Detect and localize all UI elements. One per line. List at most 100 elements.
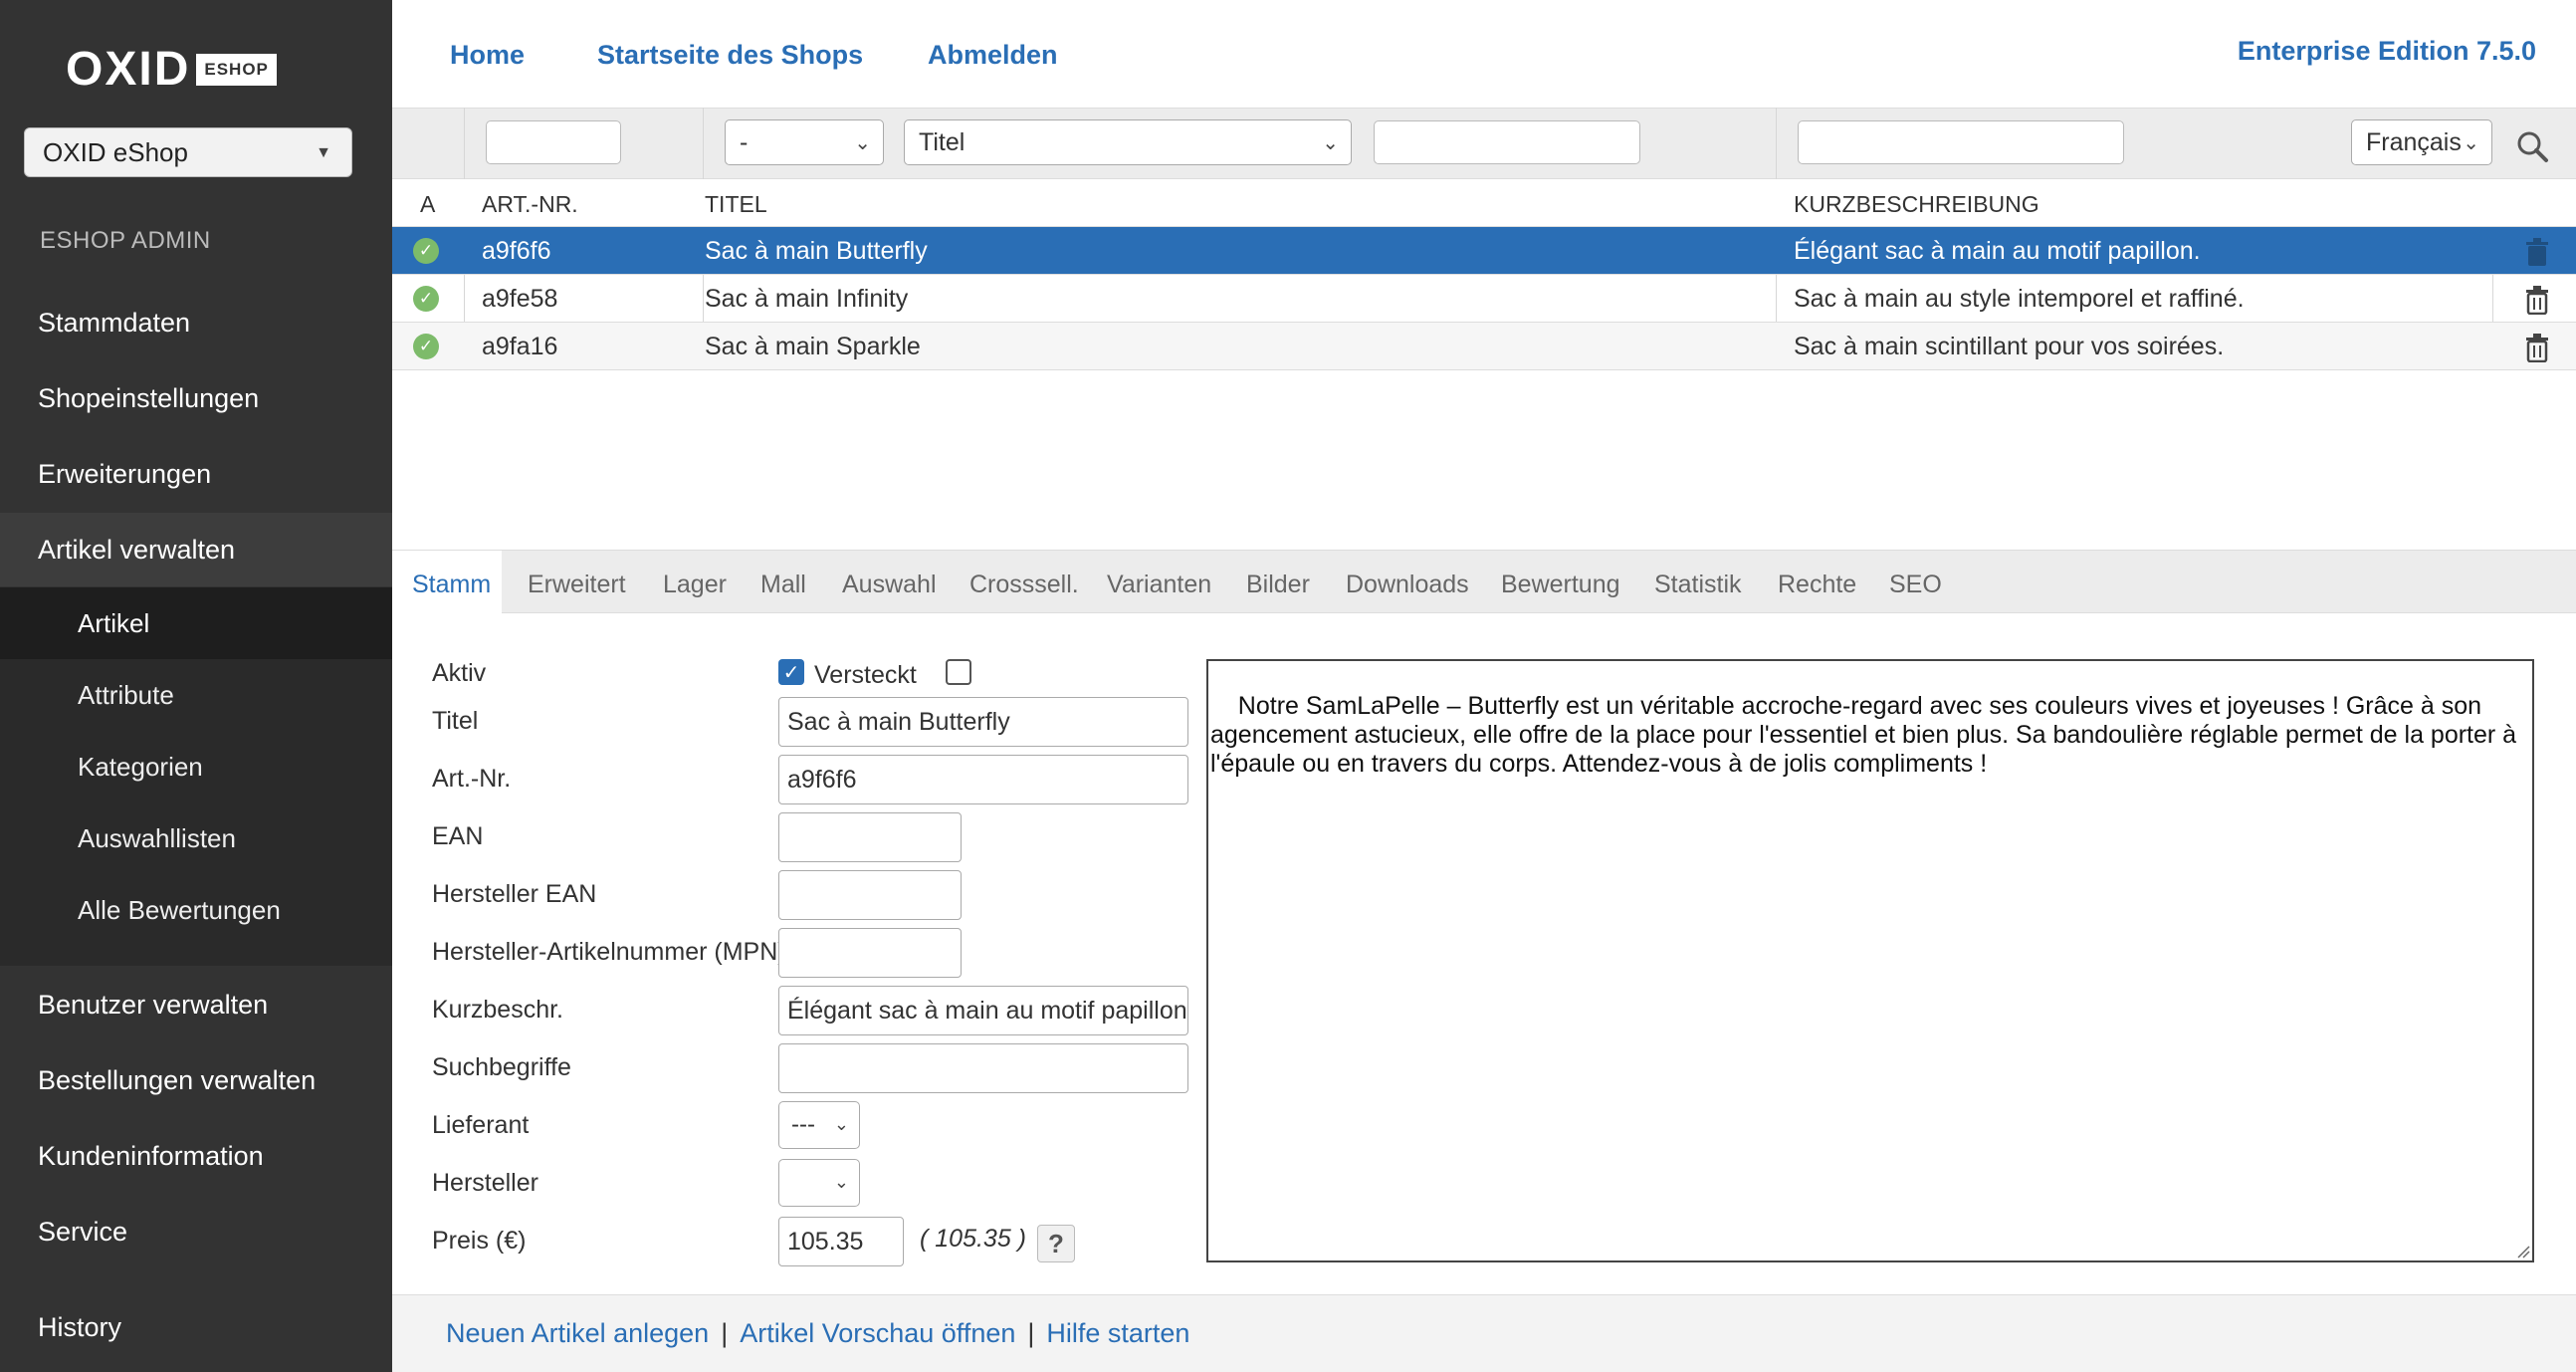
- nav-item-service[interactable]: Service: [0, 1195, 392, 1268]
- shop-start-link[interactable]: Startseite des Shops: [597, 40, 863, 71]
- tab-erweitert[interactable]: Erweitert: [528, 571, 626, 599]
- long-description-text: Notre SamLaPelle – Butterfly est un véri…: [1210, 692, 2524, 778]
- label-ean: EAN: [432, 822, 484, 850]
- vendor-select[interactable]: --- ⌄: [778, 1101, 860, 1149]
- title-input[interactable]: Sac à main Butterfly: [778, 697, 1188, 747]
- new-article-link[interactable]: Neuen Artikel anlegen: [446, 1318, 709, 1349]
- artnum-filter-input[interactable]: [486, 120, 621, 164]
- artnum-input[interactable]: a9f6f6: [778, 755, 1188, 804]
- row-title: Sac à main Butterfly: [705, 237, 928, 265]
- subnav: Artikel Attribute Kategorien Auswahllist…: [0, 587, 392, 966]
- search-icon[interactable]: [2515, 129, 2549, 163]
- nav-item-benutzer-verwalten[interactable]: Benutzer verwalten: [0, 968, 392, 1041]
- shop-select[interactable]: OXID eShop ▼: [24, 127, 352, 177]
- nav-item-bestellungen-verwalten[interactable]: Bestellungen verwalten: [0, 1043, 392, 1117]
- preview-article-link[interactable]: Artikel Vorschau öffnen: [740, 1318, 1015, 1349]
- sidebar: OXID ESHOP OXID eShop ▼ ESHOP ADMIN Stam…: [0, 0, 392, 1372]
- title-filter-input[interactable]: [1374, 120, 1640, 164]
- resize-grip-icon[interactable]: [2516, 1245, 2530, 1258]
- row-short-desc: Élégant sac à main au motif papillon.: [1794, 237, 2201, 265]
- footer-separator: |: [1027, 1318, 1035, 1348]
- logo-text: OXID: [66, 43, 191, 96]
- field-filter-select[interactable]: Titel ⌄: [904, 119, 1352, 165]
- tab-bewertung[interactable]: Bewertung: [1501, 571, 1620, 599]
- mpn-input[interactable]: [778, 928, 962, 978]
- short-description-input[interactable]: Élégant sac à main au motif papillon.: [778, 986, 1188, 1035]
- row-artnum: a9fa16: [482, 333, 558, 360]
- active-checkbox[interactable]: ✓: [778, 659, 804, 685]
- tab-statistik[interactable]: Statistik: [1654, 571, 1742, 599]
- delete-trash-icon[interactable]: [2523, 237, 2551, 267]
- table-header-row: A ART.-NR. TITEL KURZBESCHREIBUNG: [392, 179, 2576, 227]
- help-button[interactable]: ?: [1037, 1225, 1075, 1262]
- section-label: ESHOP ADMIN: [40, 227, 211, 254]
- search-keys-input[interactable]: [778, 1043, 1188, 1093]
- chevron-down-icon: ⌄: [2463, 132, 2479, 154]
- help-start-link[interactable]: Hilfe starten: [1046, 1318, 1189, 1349]
- filter-row: - ⌄ Titel ⌄ Français ⌄: [392, 108, 2576, 179]
- tab-downloads[interactable]: Downloads: [1346, 571, 1469, 599]
- article-form: Aktiv ✓ Versteckt Titel Sac à main Butte…: [392, 613, 2576, 1294]
- subnav-item-attribute[interactable]: Attribute: [0, 659, 392, 731]
- label-hersteller-ean: Hersteller EAN: [432, 880, 597, 908]
- nav-item-kundeninformation[interactable]: Kundeninformation: [0, 1119, 392, 1193]
- table-row[interactable]: ✓ a9f6f6 Sac à main Butterfly Élégant sa…: [392, 227, 2576, 275]
- nav-item-shopeinstellungen[interactable]: Shopeinstellungen: [0, 361, 392, 435]
- caret-down-icon: ▼: [316, 144, 331, 161]
- language-select-value: Français: [2366, 127, 2462, 156]
- label-lieferant: Lieferant: [432, 1111, 530, 1139]
- long-description-textarea[interactable]: Notre SamLaPelle – Butterfly est un véri…: [1206, 659, 2534, 1262]
- manufacturer-ean-input[interactable]: [778, 870, 962, 920]
- tab-lager[interactable]: Lager: [663, 571, 727, 599]
- ean-input[interactable]: [778, 812, 962, 862]
- label-artnr: Art.-Nr.: [432, 765, 512, 793]
- label-titel: Titel: [432, 707, 479, 735]
- table-row[interactable]: ✓ a9fe58 Sac à main Infinity Sac à main …: [392, 275, 2576, 323]
- tab-seo[interactable]: SEO: [1889, 571, 1942, 599]
- tab-bilder[interactable]: Bilder: [1246, 571, 1310, 599]
- manufacturer-select[interactable]: ⌄: [778, 1159, 860, 1207]
- active-check-icon: ✓: [413, 238, 439, 264]
- subnav-item-auswahllisten[interactable]: Auswahllisten: [0, 802, 392, 874]
- row-short-desc: Sac à main scintillant pour vos soirées.: [1794, 333, 2225, 360]
- top-header: Home Startseite des Shops Abmelden Enter…: [392, 0, 2576, 108]
- label-kurzbeschr: Kurzbeschr.: [432, 996, 564, 1024]
- price-input[interactable]: 105.35: [778, 1217, 904, 1266]
- tab-mall[interactable]: Mall: [760, 571, 806, 599]
- column-header-short-desc[interactable]: KURZBESCHREIBUNG: [1794, 191, 2039, 218]
- tab-varianten[interactable]: Varianten: [1107, 571, 1211, 599]
- delete-trash-icon[interactable]: [2523, 285, 2551, 315]
- table-row[interactable]: ✓ a9fa16 Sac à main Sparkle Sac à main s…: [392, 323, 2576, 370]
- nav-item-stammdaten[interactable]: Stammdaten: [0, 286, 392, 359]
- home-link[interactable]: Home: [450, 40, 525, 71]
- column-header-active[interactable]: A: [420, 191, 435, 218]
- tab-rechte[interactable]: Rechte: [1778, 571, 1856, 599]
- chevron-down-icon: ⌄: [833, 1172, 849, 1192]
- tab-bar: Stamm Erweitert Lager Mall Auswahl Cross…: [392, 550, 2576, 613]
- footer-separator: |: [721, 1318, 729, 1348]
- row-short-desc: Sac à main au style intemporel et raffin…: [1794, 285, 2245, 313]
- label-aktiv: Aktiv: [432, 659, 487, 687]
- chevron-down-icon: ⌄: [833, 1114, 849, 1134]
- delete-trash-icon[interactable]: [2523, 333, 2551, 362]
- column-header-title[interactable]: TITEL: [705, 191, 767, 218]
- row-title: Sac à main Sparkle: [705, 333, 921, 360]
- nav-item-history[interactable]: History: [0, 1290, 392, 1364]
- tab-auswahl[interactable]: Auswahl: [842, 571, 937, 599]
- description-filter-input[interactable]: [1798, 120, 2124, 164]
- nav-item-artikel-verwalten[interactable]: Artikel verwalten: [0, 513, 392, 586]
- subnav-item-artikel[interactable]: Artikel: [0, 587, 392, 659]
- tab-stamm[interactable]: Stamm: [412, 571, 491, 599]
- language-select[interactable]: Français ⌄: [2351, 119, 2492, 165]
- column-header-artnum[interactable]: ART.-NR.: [482, 191, 578, 218]
- nav-item-erweiterungen[interactable]: Erweiterungen: [0, 437, 392, 511]
- shop-select-value: OXID eShop: [43, 136, 188, 167]
- logout-link[interactable]: Abmelden: [928, 40, 1058, 71]
- tab-crosssell[interactable]: Crosssell.: [969, 571, 1079, 599]
- category-filter-select[interactable]: - ⌄: [725, 119, 884, 165]
- hidden-checkbox[interactable]: [946, 659, 971, 685]
- subnav-item-kategorien[interactable]: Kategorien: [0, 731, 392, 802]
- active-check-icon: ✓: [413, 334, 439, 359]
- subnav-item-alle-bewertungen[interactable]: Alle Bewertungen: [0, 874, 392, 946]
- chevron-down-icon: ⌄: [854, 132, 871, 154]
